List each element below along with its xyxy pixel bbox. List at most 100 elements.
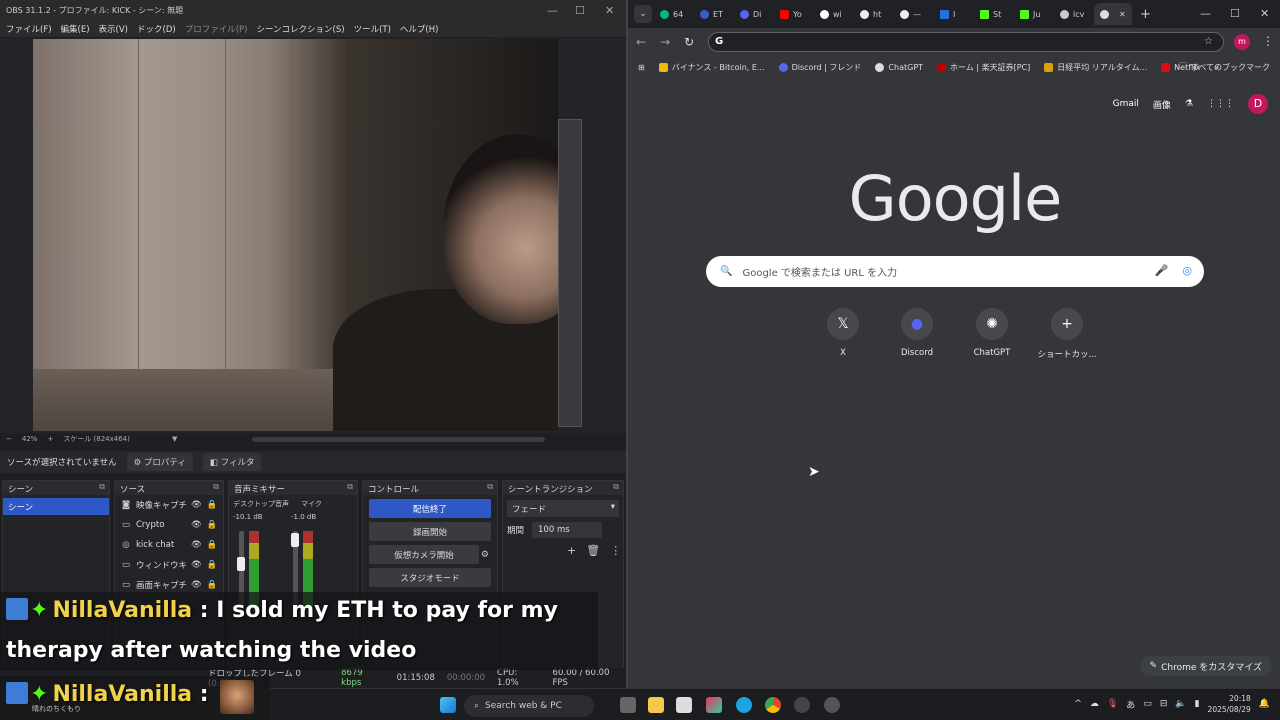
- bookmark-star-icon[interactable]: ☆: [1204, 33, 1213, 51]
- windows-start-icon[interactable]: [440, 697, 456, 713]
- apps-icon[interactable]: ⊞: [638, 63, 645, 72]
- browser-tab[interactable]: wi: [814, 3, 852, 25]
- mic-volume-knob[interactable]: [291, 533, 299, 547]
- add-icon[interactable]: +: [567, 544, 576, 557]
- lens-icon[interactable]: ◎: [1182, 264, 1192, 277]
- browser-tab[interactable]: Di: [734, 3, 772, 25]
- new-tab-icon[interactable]: +: [1140, 7, 1151, 22]
- maximize-icon[interactable]: ☐: [1230, 7, 1240, 20]
- menu-help[interactable]: ヘルプ(H): [400, 23, 439, 35]
- browser-tab[interactable]: ET: [694, 3, 732, 25]
- eye-icon[interactable]: 👁: [191, 520, 202, 530]
- all-bookmarks-button[interactable]: 🗀 すべてのブックマーク: [1179, 60, 1270, 74]
- display-icon[interactable]: ▭: [1143, 699, 1152, 709]
- bookmark-item[interactable]: ホーム | 楽天証券[PC]: [937, 62, 1030, 73]
- properties-button[interactable]: ⚙ プロパティ: [126, 453, 193, 471]
- edge-icon[interactable]: [736, 697, 752, 713]
- source-item[interactable]: ◙ 映像キャプチャ 👁 🔒: [115, 495, 223, 515]
- minimize-icon[interactable]: —: [547, 4, 558, 17]
- stop-stream-button[interactable]: 配信終了: [369, 499, 491, 518]
- browser-tab[interactable]: —: [894, 3, 932, 25]
- transition-select[interactable]: フェード: [507, 500, 619, 517]
- bookmark-item[interactable]: Discord | フレンド: [778, 62, 861, 73]
- file-explorer-icon[interactable]: [648, 697, 664, 713]
- customize-chrome-button[interactable]: ✎ Chrome をカスタマイズ: [1139, 656, 1272, 676]
- address-bar[interactable]: G ☆: [708, 32, 1224, 52]
- maximize-icon[interactable]: ☐: [575, 4, 585, 17]
- lock-icon[interactable]: 🔒: [207, 520, 218, 530]
- eye-icon[interactable]: 👁: [191, 580, 202, 590]
- gmail-link[interactable]: Gmail: [1113, 99, 1139, 109]
- eye-icon[interactable]: 👁: [191, 540, 202, 550]
- eye-icon[interactable]: 👁: [191, 560, 202, 570]
- browser-tab-active[interactable]: ✕: [1094, 3, 1132, 25]
- copilot-icon[interactable]: [706, 697, 722, 713]
- menu-tools[interactable]: ツール(T): [354, 23, 391, 35]
- tab-close-icon[interactable]: ✕: [1119, 10, 1126, 19]
- app-icon[interactable]: [824, 697, 840, 713]
- shortcut-discord[interactable]: ● Discord: [882, 308, 952, 358]
- close-icon[interactable]: ✕: [605, 4, 614, 17]
- webcam-preview[interactable]: [33, 39, 558, 431]
- gear-icon[interactable]: ⚙: [481, 550, 489, 560]
- cloud-icon[interactable]: ☁: [1090, 699, 1099, 709]
- taskbar-search[interactable]: ⌕ Search web & PC: [464, 695, 594, 717]
- browser-tab[interactable]: I: [934, 3, 972, 25]
- close-icon[interactable]: ✕: [1260, 7, 1269, 20]
- volume-icon[interactable]: 🔈: [1175, 699, 1186, 709]
- forward-icon[interactable]: →: [660, 35, 670, 49]
- browser-tab[interactable]: lcv: [1054, 3, 1092, 25]
- lock-icon[interactable]: 🔒: [207, 580, 218, 590]
- start-recording-button[interactable]: 録画開始: [369, 522, 491, 541]
- ime-indicator[interactable]: あ: [1126, 698, 1135, 711]
- menu-dock[interactable]: ドック(D): [137, 23, 176, 35]
- menu-profile[interactable]: プロファイル(P): [185, 23, 248, 35]
- lock-icon[interactable]: 🔒: [207, 540, 218, 550]
- source-item[interactable]: ▭ ウィンドウキャ 👁 🔒: [115, 555, 223, 575]
- back-icon[interactable]: ←: [636, 35, 646, 49]
- menu-edit[interactable]: 編集(E): [61, 23, 90, 35]
- trash-icon[interactable]: 🗑: [586, 544, 600, 557]
- task-view-icon[interactable]: [620, 697, 636, 713]
- scale-dropdown-icon[interactable]: ▼: [172, 435, 177, 443]
- lock-icon[interactable]: 🔒: [207, 500, 218, 510]
- lock-icon[interactable]: 🔒: [207, 560, 218, 570]
- battery-icon[interactable]: ▮: [1195, 699, 1200, 709]
- zoom-out-icon[interactable]: −: [6, 435, 12, 443]
- microphone-icon[interactable]: 🎤: [1155, 264, 1169, 277]
- mic-icon[interactable]: 🎙: [1107, 699, 1118, 709]
- avatar[interactable]: D: [1248, 94, 1268, 114]
- minimize-icon[interactable]: —: [1200, 7, 1211, 20]
- google-search-box[interactable]: 🔍 Google で検索または URL を入力 🎤 ◎: [706, 256, 1204, 287]
- bookmark-item[interactable]: ChatGPT: [875, 62, 923, 72]
- bookmark-item[interactable]: バイナンス - Bitcoin, E...: [658, 62, 765, 73]
- shortcut-add[interactable]: + ショートカッ...: [1032, 308, 1102, 360]
- notification-icon[interactable]: 🔔: [1259, 699, 1270, 709]
- reload-icon[interactable]: ↻: [684, 35, 694, 49]
- menu-file[interactable]: ファイル(F): [6, 23, 52, 35]
- browser-tab[interactable]: 64: [654, 3, 692, 25]
- menu-view[interactable]: 表示(V): [99, 23, 128, 35]
- shortcut-chatgpt[interactable]: ✺ ChatGPT: [957, 308, 1027, 358]
- studio-mode-button[interactable]: スタジオモード: [369, 568, 491, 587]
- labs-icon[interactable]: ⚗: [1185, 99, 1193, 109]
- more-icon[interactable]: ⋮: [610, 544, 621, 557]
- scene-item[interactable]: シーン: [3, 498, 109, 515]
- browser-tab[interactable]: Ju: [1014, 3, 1052, 25]
- chevron-up-icon[interactable]: ^: [1074, 699, 1082, 709]
- obs-icon[interactable]: [794, 697, 810, 713]
- clock[interactable]: 20:18 2025/08/29: [1208, 693, 1251, 715]
- filters-button[interactable]: ◧ フィルタ: [202, 453, 262, 471]
- store-icon[interactable]: [676, 697, 692, 713]
- images-link[interactable]: 画像: [1153, 98, 1171, 111]
- source-item[interactable]: ▭ Crypto 👁 🔒: [115, 515, 223, 535]
- apps-grid-icon[interactable]: ⋮⋮⋮: [1207, 99, 1234, 109]
- preview-scrollbar[interactable]: [252, 437, 545, 442]
- browser-tab[interactable]: St: [974, 3, 1012, 25]
- duration-input[interactable]: 100 ms: [532, 522, 603, 538]
- menu-scene-collection[interactable]: シーンコレクション(S): [256, 23, 344, 35]
- browser-tab[interactable]: Yo: [774, 3, 812, 25]
- profile-icon[interactable]: m: [1234, 34, 1250, 50]
- bookmark-item[interactable]: 日経平均 リアルタイム...: [1044, 62, 1147, 73]
- network-icon[interactable]: ⊟: [1160, 699, 1168, 709]
